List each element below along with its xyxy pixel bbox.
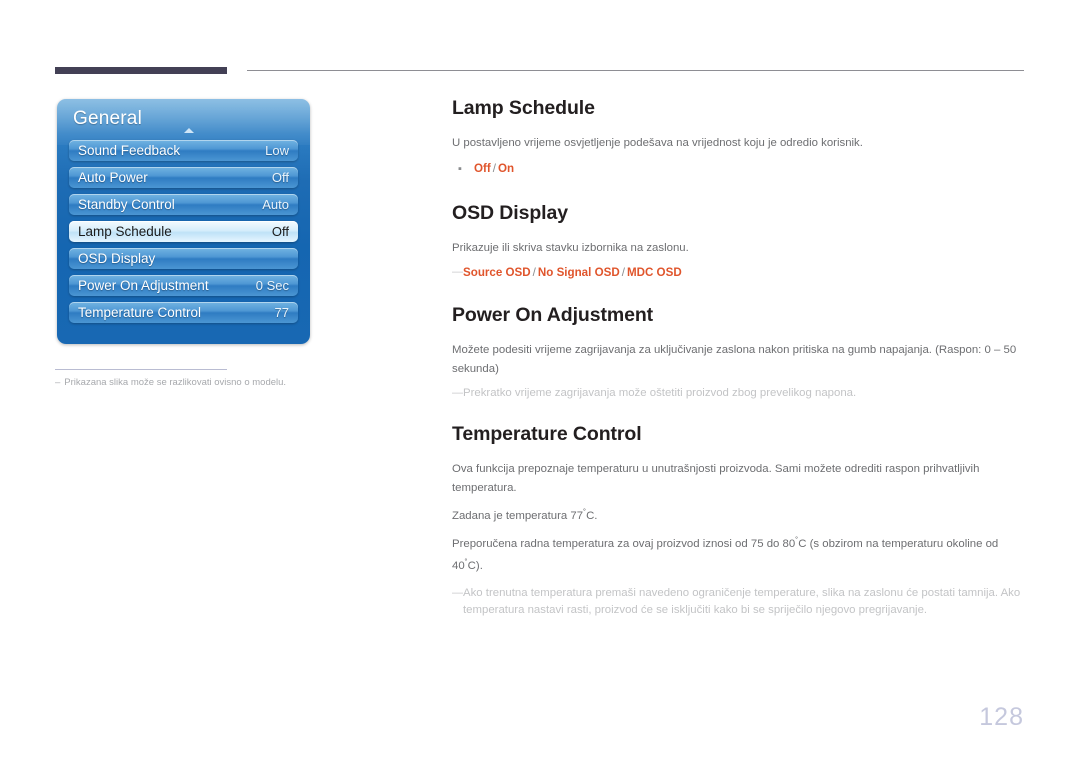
footnote-text: Prikazana slika može se razlikovati ovis… — [64, 377, 287, 388]
default-temp-unit: C. — [586, 510, 598, 522]
option-list-lamp-schedule: ▪ Off / On — [452, 159, 1027, 179]
section-body-osd-display: Prikazuje ili skriva stavku izbornika na… — [452, 242, 689, 254]
osd-row-value: Low — [265, 143, 289, 158]
osd-panel-title: General — [73, 108, 142, 129]
section-heading-lamp-schedule: Lamp Schedule — [452, 97, 595, 119]
dash-marker: ― — [452, 387, 463, 399]
default-temp-text: Zadana je temperatura 77 — [452, 510, 584, 522]
section-heading-osd-display: OSD Display — [452, 202, 568, 224]
osd-row-auto-power[interactable]: Auto Power Off — [69, 167, 298, 188]
option-value: On — [497, 162, 515, 175]
osd-row-label: Auto Power — [78, 170, 148, 185]
scroll-up-arrow-icon[interactable] — [184, 128, 194, 133]
section-body-temperature-control-2: Zadana je temperatura 77˚C. — [452, 504, 1027, 526]
osd-row-sound-feedback[interactable]: Sound Feedback Low — [69, 140, 298, 161]
osd-row-label: Standby Control — [78, 197, 175, 212]
option-value: Source OSD — [463, 266, 531, 279]
osd-row-label: Temperature Control — [78, 305, 202, 320]
section-body-power-on-adjustment: Možete podesiti vrijeme zagrijavanja za … — [452, 344, 1017, 375]
header-rule — [247, 70, 1024, 71]
dash-marker: ― — [452, 587, 463, 599]
osd-menu-list: Sound Feedback Low Auto Power Off Standb… — [69, 140, 298, 329]
osd-row-label: OSD Display — [78, 251, 156, 266]
option-value: MDC OSD — [626, 266, 682, 279]
osd-row-value: Off — [271, 170, 289, 185]
option-list-osd-display: ― Source OSD / No Signal OSD / MDC OSD — [452, 264, 1027, 281]
recommended-temp-a: Preporučena radna temperatura za ovaj pr… — [452, 538, 796, 550]
main-content: Lamp Schedule U postavljeno vrijeme osvj… — [452, 96, 1027, 619]
osd-row-value: 77 — [274, 305, 289, 320]
footnote-left: ‒ Prikazana slika može se razlikovati ovi… — [55, 376, 385, 390]
section-body-lamp-schedule: U postavljeno vrijeme osvjetljenje podeš… — [452, 137, 863, 149]
option-separator: / — [492, 162, 496, 175]
section-body-temperature-control-3: Preporučena radna temperatura za ovaj pr… — [452, 532, 1027, 576]
osd-row-osd-display[interactable]: OSD Display — [69, 248, 298, 269]
footnote-rule — [55, 369, 227, 370]
note-text: Prekratko vrijeme zagrijavanja može ošte… — [463, 387, 857, 399]
osd-row-standby-control[interactable]: Standby Control Auto — [69, 194, 298, 215]
note-text: Ako trenutna temperatura premaši naveden… — [463, 587, 1021, 616]
header-accent-bar — [55, 67, 227, 74]
footnote-dash: ‒ — [55, 377, 61, 388]
option-value: Off — [474, 162, 491, 175]
option-separator: / — [532, 266, 536, 279]
osd-row-label: Lamp Schedule — [78, 224, 172, 239]
osd-menu-panel: General Sound Feedback Low Auto Power Of… — [57, 99, 310, 344]
note-temperature-control: ― Ako trenutna temperatura premaši naved… — [452, 585, 1027, 619]
note-power-on-adjustment: ― Prekratko vrijeme zagrijavanja može oš… — [452, 385, 1027, 402]
section-heading-power-on-adjustment: Power On Adjustment — [452, 304, 654, 326]
osd-row-value: 0 Sec — [255, 278, 289, 293]
option-separator: / — [621, 266, 625, 279]
page-number: 128 — [979, 703, 1024, 731]
section-heading-temperature-control: Temperature Control — [452, 423, 642, 445]
bullet-icon: ▪ — [458, 163, 462, 175]
osd-row-lamp-schedule[interactable]: Lamp Schedule Off — [69, 221, 298, 242]
option-value: No Signal OSD — [537, 266, 620, 279]
osd-row-label: Power On Adjustment — [78, 278, 209, 293]
recommended-temp-c: C). — [467, 560, 483, 572]
osd-row-value: Auto — [262, 197, 289, 212]
osd-row-label: Sound Feedback — [78, 143, 181, 158]
osd-row-temperature-control[interactable]: Temperature Control 77 — [69, 302, 298, 323]
section-body-temperature-control-1: Ova funkcija prepoznaje temperaturu u un… — [452, 463, 980, 494]
osd-row-value: Off — [271, 224, 289, 239]
osd-row-power-on-adjustment[interactable]: Power On Adjustment 0 Sec — [69, 275, 298, 296]
dash-marker: ― — [452, 266, 463, 278]
